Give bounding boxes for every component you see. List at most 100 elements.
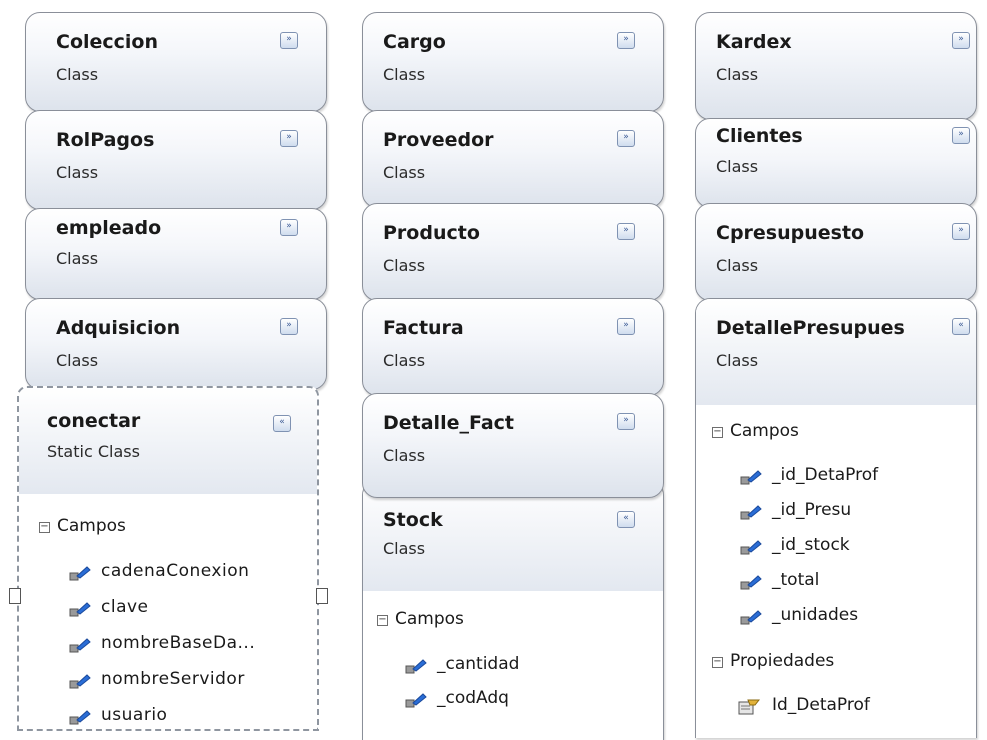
class-name: Adquisicion <box>56 317 181 339</box>
expand-toggle-icon[interactable]: » <box>952 32 970 49</box>
field-icon <box>69 602 91 617</box>
field-name: nombreServidor <box>101 669 245 689</box>
field-name: _total <box>772 570 820 590</box>
class-stereotype: Class <box>716 351 759 370</box>
field-name: _id_DetaProf <box>772 465 879 485</box>
resize-handle-right[interactable] <box>316 588 328 604</box>
collapse-toggle-icon[interactable]: « <box>952 318 970 335</box>
class-stereotype: Class <box>56 163 99 182</box>
field-icon <box>69 710 91 725</box>
expand-toggle-icon[interactable]: » <box>280 130 298 147</box>
field-name: _unidades <box>772 605 859 625</box>
class-name: Cargo <box>383 31 446 53</box>
field-icon <box>69 674 91 689</box>
class-stereotype: Class <box>383 446 426 465</box>
expand-toggle-icon[interactable]: » <box>617 413 635 430</box>
section-header-campos[interactable]: − Campos <box>39 516 126 536</box>
class-stereotype: Class <box>383 256 426 275</box>
expand-toggle-icon[interactable]: » <box>952 127 970 144</box>
section-label: Campos <box>730 421 799 441</box>
class-name: RolPagos <box>56 129 155 151</box>
class-stereotype: Class <box>56 65 99 84</box>
class-stereotype: Class <box>716 157 759 176</box>
field-icon <box>740 610 762 625</box>
expand-toggle-icon[interactable]: » <box>280 32 298 49</box>
resize-handle-left[interactable] <box>9 588 21 604</box>
class-name: Coleccion <box>56 31 159 53</box>
field-icon <box>69 566 91 581</box>
expand-toggle-icon[interactable]: » <box>617 223 635 240</box>
field-icon <box>740 575 762 590</box>
field-name: usuario <box>101 705 168 725</box>
class-stereotype: Class <box>716 65 759 84</box>
class-shape-detalle-fact[interactable]: Detalle_Fact Class » <box>362 393 664 498</box>
expand-toggle-icon[interactable]: » <box>952 223 970 240</box>
class-stereotype: Class <box>383 539 426 558</box>
collapse-toggle-icon[interactable]: « <box>617 511 635 528</box>
class-stereotype: Static Class <box>47 442 140 461</box>
section-label: Campos <box>395 609 464 629</box>
class-name: Kardex <box>716 31 792 53</box>
class-shape-stock[interactable]: Stock Class « − Campos _cantidad _codAdq <box>362 480 664 740</box>
class-stereotype: Class <box>383 351 426 370</box>
class-stereotype: Class <box>56 351 99 370</box>
expand-toggle-icon[interactable]: » <box>617 318 635 335</box>
field-icon <box>405 693 427 708</box>
class-name: Producto <box>383 222 480 244</box>
field-name: _codAdq <box>437 688 509 708</box>
class-name: Factura <box>383 317 464 339</box>
class-shape-adquisicion[interactable]: Adquisicion Class » <box>25 298 327 390</box>
expand-toggle-icon[interactable]: » <box>617 32 635 49</box>
class-shape-conectar[interactable]: conectar Static Class « − Campos cadenaCo… <box>17 386 319 731</box>
class-stereotype: Class <box>56 249 99 268</box>
section-header-campos[interactable]: − Campos <box>712 421 799 441</box>
class-name: empleado <box>56 217 162 239</box>
class-name: Clientes <box>716 125 803 147</box>
section-collapse-icon[interactable]: − <box>712 427 723 438</box>
class-shape-coleccion[interactable]: Coleccion Class » <box>25 12 327 112</box>
section-collapse-icon[interactable]: − <box>39 522 50 533</box>
class-stereotype: Class <box>383 65 426 84</box>
section-collapse-icon[interactable]: − <box>712 657 723 668</box>
property-name: Id_DetaProf <box>772 695 870 715</box>
class-shape-empleado[interactable]: empleado Class » <box>25 208 327 300</box>
field-icon <box>740 540 762 555</box>
field-name: nombreBaseDa... <box>101 633 256 653</box>
class-shape-detallepresupues[interactable]: DetallePresupues Class « − Campos _id_Det… <box>695 298 977 738</box>
expand-toggle-icon[interactable]: » <box>280 318 298 335</box>
class-stereotype: Class <box>383 163 426 182</box>
section-collapse-icon[interactable]: − <box>377 615 388 626</box>
field-name: clave <box>101 597 149 617</box>
class-shape-kardex[interactable]: Kardex Class » <box>695 12 977 120</box>
class-stereotype: Class <box>716 256 759 275</box>
class-shape-factura[interactable]: Factura Class » <box>362 298 664 396</box>
collapse-toggle-icon[interactable]: « <box>273 415 291 432</box>
property-icon <box>738 699 760 715</box>
section-header-propiedades[interactable]: − Propiedades <box>712 651 834 671</box>
class-name: Stock <box>383 509 443 531</box>
class-name: conectar <box>47 410 141 432</box>
field-name: _id_Presu <box>772 500 852 520</box>
class-shape-cpresupuesto[interactable]: Cpresupuesto Class » <box>695 203 977 301</box>
field-icon <box>740 505 762 520</box>
class-shape-producto[interactable]: Producto Class » <box>362 203 664 301</box>
section-label: Propiedades <box>730 651 835 671</box>
class-shape-rolpagos[interactable]: RolPagos Class » <box>25 110 327 210</box>
class-shape-clientes[interactable]: Clientes Class » <box>695 118 977 208</box>
section-header-campos[interactable]: − Campos <box>377 609 464 629</box>
field-name: _id_stock <box>772 535 850 555</box>
field-icon <box>740 470 762 485</box>
class-name: Cpresupuesto <box>716 222 865 244</box>
section-label: Campos <box>57 516 126 536</box>
class-header <box>19 388 317 494</box>
field-icon <box>69 638 91 653</box>
class-shape-proveedor[interactable]: Proveedor Class » <box>362 110 664 208</box>
class-shape-cargo[interactable]: Cargo Class » <box>362 12 664 112</box>
class-name: DetallePresupues <box>716 317 905 339</box>
class-name: Proveedor <box>383 129 494 151</box>
field-name: _cantidad <box>437 654 520 674</box>
class-name: Detalle_Fact <box>383 412 515 434</box>
expand-toggle-icon[interactable]: » <box>617 130 635 147</box>
expand-toggle-icon[interactable]: » <box>280 219 298 236</box>
field-name: cadenaConexion <box>101 561 250 581</box>
